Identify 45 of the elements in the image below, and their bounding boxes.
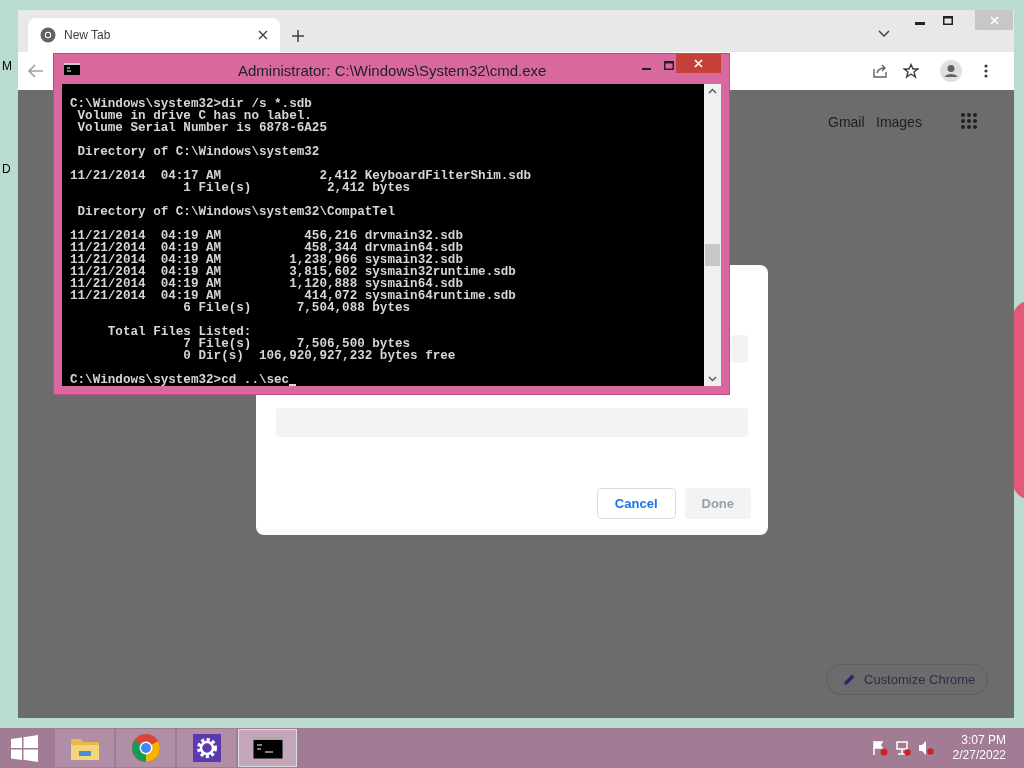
console-icon: [252, 737, 283, 759]
taskbar-app[interactable]: [177, 729, 236, 767]
desktop-icon-label[interactable]: M: [2, 60, 12, 72]
taskbar-app[interactable]: [238, 729, 297, 767]
close-icon[interactable]: [258, 30, 268, 40]
cancel-button[interactable]: Cancel: [596, 488, 676, 519]
scroll-thumb[interactable]: [705, 244, 720, 266]
customize-chrome-button[interactable]: Customize Chrome: [826, 664, 988, 695]
desktop-icon-label[interactable]: D: [2, 163, 11, 175]
profile-icon[interactable]: [940, 60, 962, 82]
back-arrow-icon[interactable]: [28, 64, 44, 78]
pencil-icon: [843, 673, 856, 686]
share-icon[interactable]: [872, 63, 888, 79]
scroll-up-icon[interactable]: [708, 88, 717, 94]
gear-icon: [192, 734, 221, 762]
star-icon[interactable]: [903, 63, 919, 79]
chrome-logo-icon: [130, 733, 161, 763]
close-window-button[interactable]: [676, 54, 721, 73]
console-prompt: C:\Windows\system32>cd ..\sec: [70, 374, 290, 386]
chevron-down-icon[interactable]: [878, 30, 890, 38]
new-tab-icon[interactable]: [292, 30, 304, 42]
text-cursor: [289, 384, 297, 386]
scroll-down-icon[interactable]: [708, 376, 717, 382]
chrome-icon: [40, 27, 56, 43]
console-icon: [64, 63, 80, 75]
flag-icon[interactable]: [871, 740, 888, 756]
console-output: C:\Windows\system32>dir /s *.sdb Volume in drive C has no label. Volume Serial Number is 6878-6A25 Directory of C:\Windows\system32 11/21/2014 04:17 AM 2,412 KeyboardFilterShim.sdb 1 File(s) 2,412 bytes Directory of C:\Windows\system32\CompatTel 11/21/2014 04:19 AM 456,216 drvmain32.sdb 11/21/2014 04:19 AM 458,344 drvmain64.sdb 11/21/2014 04:19 AM 1,238,966 sysmain32.sdb 11/21/2014 04:19 AM 3,815,602 sysmain32runtime.sdb 11/21/2014 04:19 AM 1,120,888 sysmain64.sdb 11/21/2014 04:19 AM 414,072 sysmain64runtime.sdb 6 File(s) 7,504,088 bytes Total Files Listed: 7 File(s) 7,506,500 bytes 0 Dir(s) 106,920,927,232 bytes free: [70, 98, 532, 362]
clock-time[interactable]: 3:07 PM: [961, 733, 1006, 748]
header-link[interactable]: Gmail: [828, 112, 865, 133]
close-icon: [989, 15, 999, 25]
maximize-icon[interactable]: [943, 16, 953, 25]
window-title: Administrator: C:\Windows\System32\cmd.exe: [238, 61, 547, 81]
clock-date[interactable]: 2/27/2022: [952, 748, 1006, 763]
windows-logo-icon[interactable]: [11, 734, 38, 762]
name-field[interactable]: [731, 335, 748, 363]
network-icon[interactable]: [894, 740, 911, 756]
minimize-icon[interactable]: [915, 22, 925, 26]
scrollbar[interactable]: [704, 84, 721, 386]
menu-icon[interactable]: [984, 64, 988, 78]
speaker-muted-icon[interactable]: [917, 740, 934, 756]
browser-tab[interactable]: New Tab: [28, 18, 280, 52]
header-link[interactable]: Images: [876, 112, 922, 133]
tab-title: New Tab: [64, 27, 112, 44]
close-icon: [694, 59, 703, 68]
apps-grid-icon[interactable]: [961, 113, 977, 129]
